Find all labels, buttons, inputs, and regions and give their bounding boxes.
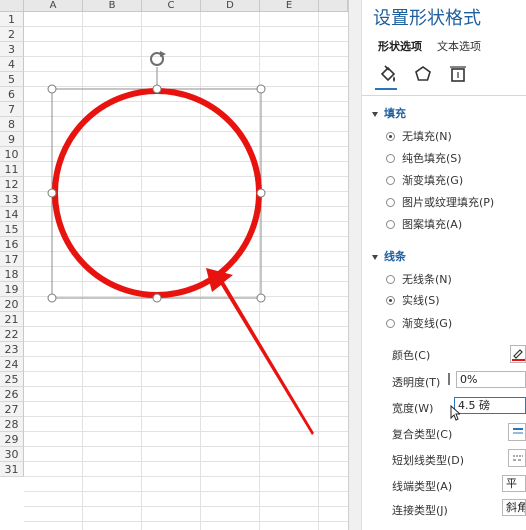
mouse-cursor-icon [450, 405, 460, 421]
radio-label: 无线条(N) [402, 273, 452, 286]
transparency-label: 透明度(T) [392, 376, 441, 389]
resize-handle-s[interactable] [152, 293, 162, 303]
transparency-input[interactable]: 0% [456, 371, 526, 388]
radio-label: 图案填充(A) [402, 218, 463, 231]
dash-lines-icon [513, 455, 523, 461]
line-color-button[interactable] [510, 345, 526, 363]
compound-type-button[interactable] [508, 423, 526, 441]
pane-title: 设置形状格式 [373, 8, 481, 29]
cap-type-select[interactable]: 平 [502, 475, 526, 492]
resize-handle-nw[interactable] [47, 84, 57, 94]
compound-lines-icon [513, 428, 523, 434]
resize-handle-w[interactable] [47, 188, 57, 198]
radio-gradient-fill[interactable]: 渐变填充(G) [386, 172, 463, 188]
radio-icon[interactable] [386, 295, 395, 305]
drawing-layer [47, 51, 314, 435]
line-header-label: 线条 [384, 250, 406, 263]
radio-picture-fill[interactable]: 图片或纹理填充(P) [386, 194, 494, 210]
radio-label: 图片或纹理填充(P) [402, 196, 495, 209]
pane-scrollbar[interactable] [348, 0, 362, 530]
resize-handle-sw[interactable] [47, 293, 57, 303]
pentagon-icon[interactable] [413, 64, 433, 84]
radio-label: 无填充(N) [402, 130, 452, 143]
radio-icon[interactable] [386, 131, 395, 141]
radio-label: 实线(S) [402, 294, 440, 307]
resize-handle-e[interactable] [256, 188, 266, 198]
radio-label: 渐变线(G) [402, 317, 453, 330]
radio-pattern-fill[interactable]: 图案填充(A) [386, 216, 462, 232]
radio-icon[interactable] [386, 153, 395, 163]
radio-icon[interactable] [386, 274, 395, 284]
line-section-header[interactable]: 线条 [372, 248, 406, 264]
rotate-icon[interactable] [150, 51, 166, 66]
circle-shape[interactable] [52, 88, 262, 298]
size-properties-icon[interactable] [448, 64, 468, 84]
radio-label: 纯色填充(S) [402, 152, 462, 165]
compound-type-label: 复合类型(C) [392, 428, 453, 441]
dash-type-button[interactable] [508, 449, 526, 467]
spreadsheet[interactable]: ABCDE 1 2 3 4 5 6 7 8 9 10 11 12 13 14 15 16 17 18 19 20 21 2… [0, 0, 348, 530]
radio-no-line[interactable]: 无线条(N) [386, 271, 452, 287]
join-type-label: 连接类型(J) [392, 504, 448, 517]
color-label: 颜色(C) [392, 349, 431, 362]
radio-gradient-line[interactable]: 渐变线(G) [386, 315, 452, 331]
resize-handle-ne[interactable] [256, 84, 266, 94]
pen-color-icon [512, 349, 525, 361]
collapse-triangle-icon [372, 254, 378, 260]
radio-icon[interactable] [386, 175, 395, 185]
width-input[interactable]: 4.5 磅 [454, 397, 526, 414]
format-shape-pane: 设置形状格式 形状选项 文本选项 填充 无填充(N) 纯色填充(S) 渐变填充(… [362, 0, 526, 530]
annotation-arrow [206, 268, 314, 435]
radio-icon[interactable] [386, 197, 395, 207]
resize-handle-n[interactable] [152, 84, 162, 94]
radio-no-fill[interactable]: 无填充(N) [386, 128, 452, 144]
paint-bucket-icon[interactable] [378, 64, 398, 86]
pane-separator [362, 95, 526, 96]
radio-solid-fill[interactable]: 纯色填充(S) [386, 150, 462, 166]
collapse-triangle-icon [372, 111, 378, 117]
radio-label: 渐变填充(G) [402, 174, 464, 187]
radio-solid-line[interactable]: 实线(S) [386, 292, 440, 308]
active-icon-indicator [375, 88, 397, 90]
radio-icon[interactable] [386, 318, 395, 328]
dash-type-label: 短划线类型(D) [392, 454, 465, 467]
resize-handle-se[interactable] [256, 293, 266, 303]
radio-icon[interactable] [386, 219, 395, 229]
transparency-slider-thumb[interactable] [448, 373, 450, 385]
join-type-select[interactable]: 斜角 [502, 499, 526, 516]
tab-shape-options[interactable]: 形状选项 [378, 38, 422, 54]
tab-text-options[interactable]: 文本选项 [437, 38, 481, 54]
fill-header-label: 填充 [384, 107, 406, 120]
fill-section-header[interactable]: 填充 [372, 105, 406, 121]
width-label: 宽度(W) [392, 402, 434, 415]
cap-type-label: 线端类型(A) [392, 480, 453, 493]
